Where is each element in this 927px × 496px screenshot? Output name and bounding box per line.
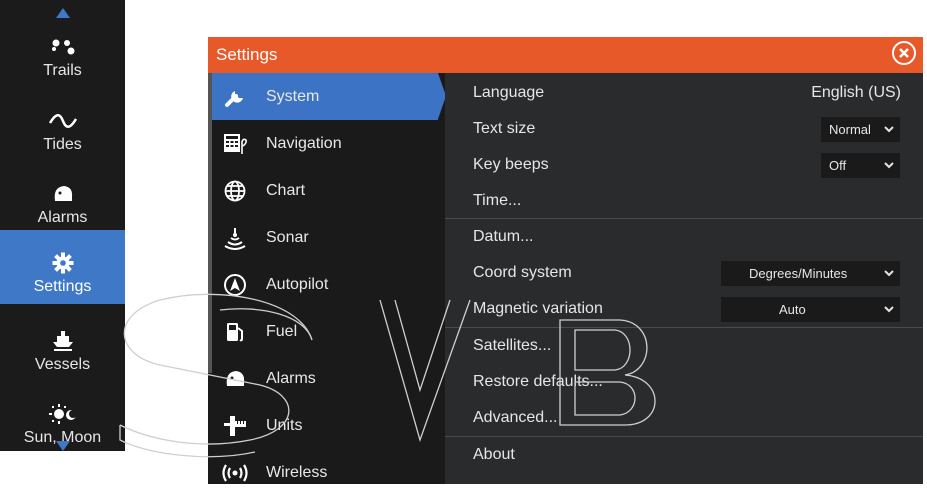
chevron-down-icon: [884, 126, 894, 133]
left-menu-item-vessels[interactable]: Vessels: [0, 318, 125, 390]
chevron-down-icon: [884, 270, 894, 277]
coord-system-label: Coord system: [473, 264, 572, 281]
fuel-icon: [220, 318, 250, 346]
sonar-icon: [220, 224, 250, 252]
restore-defaults-label: Restore defaults...: [473, 373, 603, 390]
nav-item-label: Fuel: [266, 322, 298, 340]
satellites-label: Satellites...: [473, 337, 552, 354]
restore-defaults-row[interactable]: Restore defaults...: [445, 364, 923, 400]
vessels-icon: [52, 326, 74, 356]
left-menu-label: Tides: [43, 136, 82, 153]
key-beeps-row: Key beeps Off: [445, 147, 923, 183]
datum-label: Datum...: [473, 228, 534, 245]
coord-system-value: Degrees/Minutes: [749, 266, 848, 281]
tides-icon: [48, 106, 78, 136]
left-menu-label: Settings: [33, 278, 92, 295]
wireless-icon: [220, 459, 250, 487]
nav-item-label: System: [266, 87, 320, 105]
chevron-down-icon: [884, 162, 894, 169]
coord-system-row: Coord system Degrees/Minutes: [445, 255, 923, 291]
alarms-icon: [51, 179, 75, 209]
globe-icon: [220, 177, 250, 205]
wrench-icon: [220, 83, 250, 111]
close-button[interactable]: [892, 41, 916, 65]
left-menu-item-sun-moon[interactable]: Sun, Moon: [0, 391, 125, 463]
nav-item-autopilot[interactable]: Autopilot: [208, 261, 445, 308]
magnetic-variation-value: Auto: [779, 302, 806, 317]
system-settings-panel: Language English (US) Text size Normal K…: [445, 73, 923, 484]
nav-item-system[interactable]: System: [208, 73, 446, 120]
left-menu-item-trails[interactable]: Trails: [0, 24, 125, 96]
satellites-row[interactable]: Satellites...: [445, 327, 923, 364]
key-beeps-dropdown[interactable]: Off: [821, 153, 900, 178]
nav-item-navigation[interactable]: Navigation: [208, 120, 445, 167]
sun-moon-icon: [48, 399, 77, 429]
autopilot-icon: [220, 271, 250, 299]
key-beeps-value: Off: [829, 158, 847, 173]
nav-item-label: Units: [266, 416, 303, 434]
nav-item-label: Navigation: [266, 134, 342, 152]
left-menu-label: Trails: [43, 62, 82, 79]
nav-item-wireless[interactable]: Wireless: [208, 449, 445, 496]
left-menu-label: Alarms: [37, 209, 88, 226]
window-title: Settings: [216, 45, 278, 64]
settings-window: Settings System Navigation Chart Sonar A…: [208, 37, 923, 484]
nav-item-fuel[interactable]: Fuel: [208, 308, 445, 355]
left-menu-item-settings[interactable]: Settings: [0, 230, 125, 304]
nav-item-sonar[interactable]: Sonar: [208, 214, 445, 261]
nav-item-chart[interactable]: Chart: [208, 167, 445, 214]
magnetic-variation-label: Magnetic variation: [473, 300, 603, 317]
scroll-down-arrow-icon[interactable]: [56, 441, 70, 451]
text-size-label: Text size: [473, 120, 536, 137]
nav-item-label: Alarms: [266, 369, 316, 387]
nav-item-alarms[interactable]: Alarms: [208, 355, 445, 402]
language-label: Language: [473, 84, 545, 101]
magnetic-variation-dropdown[interactable]: Auto: [721, 297, 900, 322]
navigation-icon: [220, 130, 250, 158]
scroll-up-arrow-icon[interactable]: [56, 8, 70, 18]
key-beeps-label: Key beeps: [473, 156, 549, 173]
about-row[interactable]: About: [445, 436, 923, 473]
alarms-icon: [220, 365, 250, 393]
text-size-value: Normal: [829, 122, 871, 137]
nav-item-label: Autopilot: [266, 275, 329, 293]
about-label: About: [473, 446, 515, 463]
time-row[interactable]: Time...: [445, 183, 923, 219]
settings-titlebar: Settings: [208, 37, 923, 73]
nav-item-units[interactable]: Units: [208, 402, 445, 449]
language-row[interactable]: Language English (US): [445, 75, 923, 111]
nav-item-label: Sonar: [266, 228, 309, 246]
nav-item-label: Chart: [266, 181, 306, 199]
nav-scrollbar[interactable]: [208, 73, 212, 373]
trails-icon: [50, 32, 76, 62]
magnetic-variation-row: Magnetic variation Auto: [445, 291, 923, 327]
chevron-down-icon: [884, 306, 894, 313]
settings-category-nav: System Navigation Chart Sonar Autopilot: [208, 73, 446, 484]
left-menu-bar: Trails Tides Alarms Settings Vessels Sun…: [0, 0, 125, 451]
time-label: Time...: [473, 192, 522, 209]
coord-system-dropdown[interactable]: Degrees/Minutes: [721, 261, 900, 286]
left-menu-item-tides[interactable]: Tides: [0, 98, 125, 170]
units-icon: [220, 412, 250, 440]
left-menu-label: Vessels: [34, 356, 91, 373]
advanced-label: Advanced...: [473, 409, 558, 426]
language-value: English (US): [811, 84, 901, 101]
text-size-dropdown[interactable]: Normal: [821, 117, 900, 142]
nav-item-label: Wireless: [266, 463, 328, 481]
text-size-row: Text size Normal: [445, 111, 923, 147]
datum-row[interactable]: Datum...: [445, 218, 923, 255]
gear-icon: [52, 248, 74, 278]
close-icon: [899, 48, 909, 58]
advanced-row[interactable]: Advanced...: [445, 400, 923, 436]
